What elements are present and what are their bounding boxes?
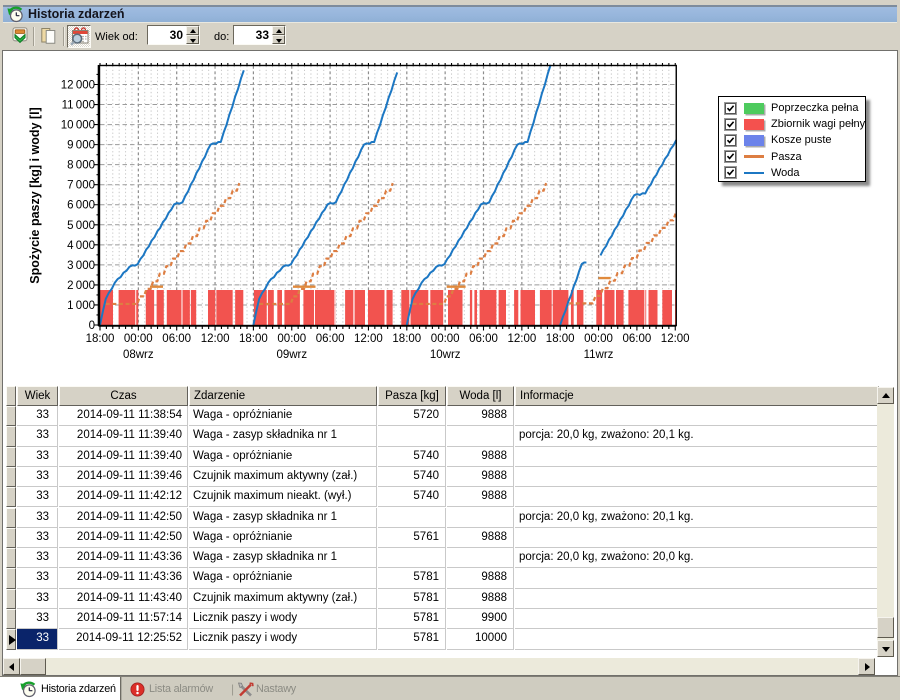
svg-text:11wrz: 11wrz bbox=[584, 349, 614, 361]
svg-text:18:00: 18:00 bbox=[392, 333, 421, 345]
svg-text:00:00: 00:00 bbox=[584, 333, 613, 345]
svg-text:10wrz: 10wrz bbox=[430, 349, 461, 361]
svg-text:5 000: 5 000 bbox=[67, 220, 95, 232]
svg-text:0: 0 bbox=[89, 320, 95, 332]
svg-text:12:00: 12:00 bbox=[201, 333, 230, 345]
svg-text:8 000: 8 000 bbox=[67, 160, 95, 172]
svg-text:00:00: 00:00 bbox=[277, 333, 306, 345]
svg-text:06:00: 06:00 bbox=[316, 333, 345, 345]
svg-text:06:00: 06:00 bbox=[162, 333, 191, 345]
svg-text:12:00: 12:00 bbox=[661, 333, 690, 345]
svg-text:6 000: 6 000 bbox=[67, 200, 95, 212]
svg-text:10 000: 10 000 bbox=[61, 120, 95, 132]
svg-text:12:00: 12:00 bbox=[508, 333, 537, 345]
svg-text:4 000: 4 000 bbox=[67, 240, 95, 252]
svg-text:09wrz: 09wrz bbox=[276, 349, 307, 361]
svg-text:06:00: 06:00 bbox=[469, 333, 498, 345]
svg-text:18:00: 18:00 bbox=[239, 333, 268, 345]
svg-text:00:00: 00:00 bbox=[124, 333, 153, 345]
svg-text:2 000: 2 000 bbox=[67, 280, 95, 292]
svg-text:7 000: 7 000 bbox=[67, 180, 95, 192]
svg-text:3 000: 3 000 bbox=[67, 260, 95, 272]
svg-text:9 000: 9 000 bbox=[67, 140, 95, 152]
svg-text:Spożycie paszy [kg] i wody [l]: Spożycie paszy [kg] i wody [l] bbox=[28, 107, 42, 283]
svg-text:08wrz: 08wrz bbox=[123, 349, 154, 361]
svg-text:00:00: 00:00 bbox=[431, 333, 460, 345]
svg-text:11 000: 11 000 bbox=[62, 100, 95, 112]
svg-text:1 000: 1 000 bbox=[67, 300, 95, 312]
svg-text:12 000: 12 000 bbox=[61, 80, 95, 92]
svg-text:12:00: 12:00 bbox=[354, 333, 383, 345]
svg-text:18:00: 18:00 bbox=[86, 333, 115, 345]
svg-text:06:00: 06:00 bbox=[623, 333, 652, 345]
svg-text:18:00: 18:00 bbox=[546, 333, 575, 345]
